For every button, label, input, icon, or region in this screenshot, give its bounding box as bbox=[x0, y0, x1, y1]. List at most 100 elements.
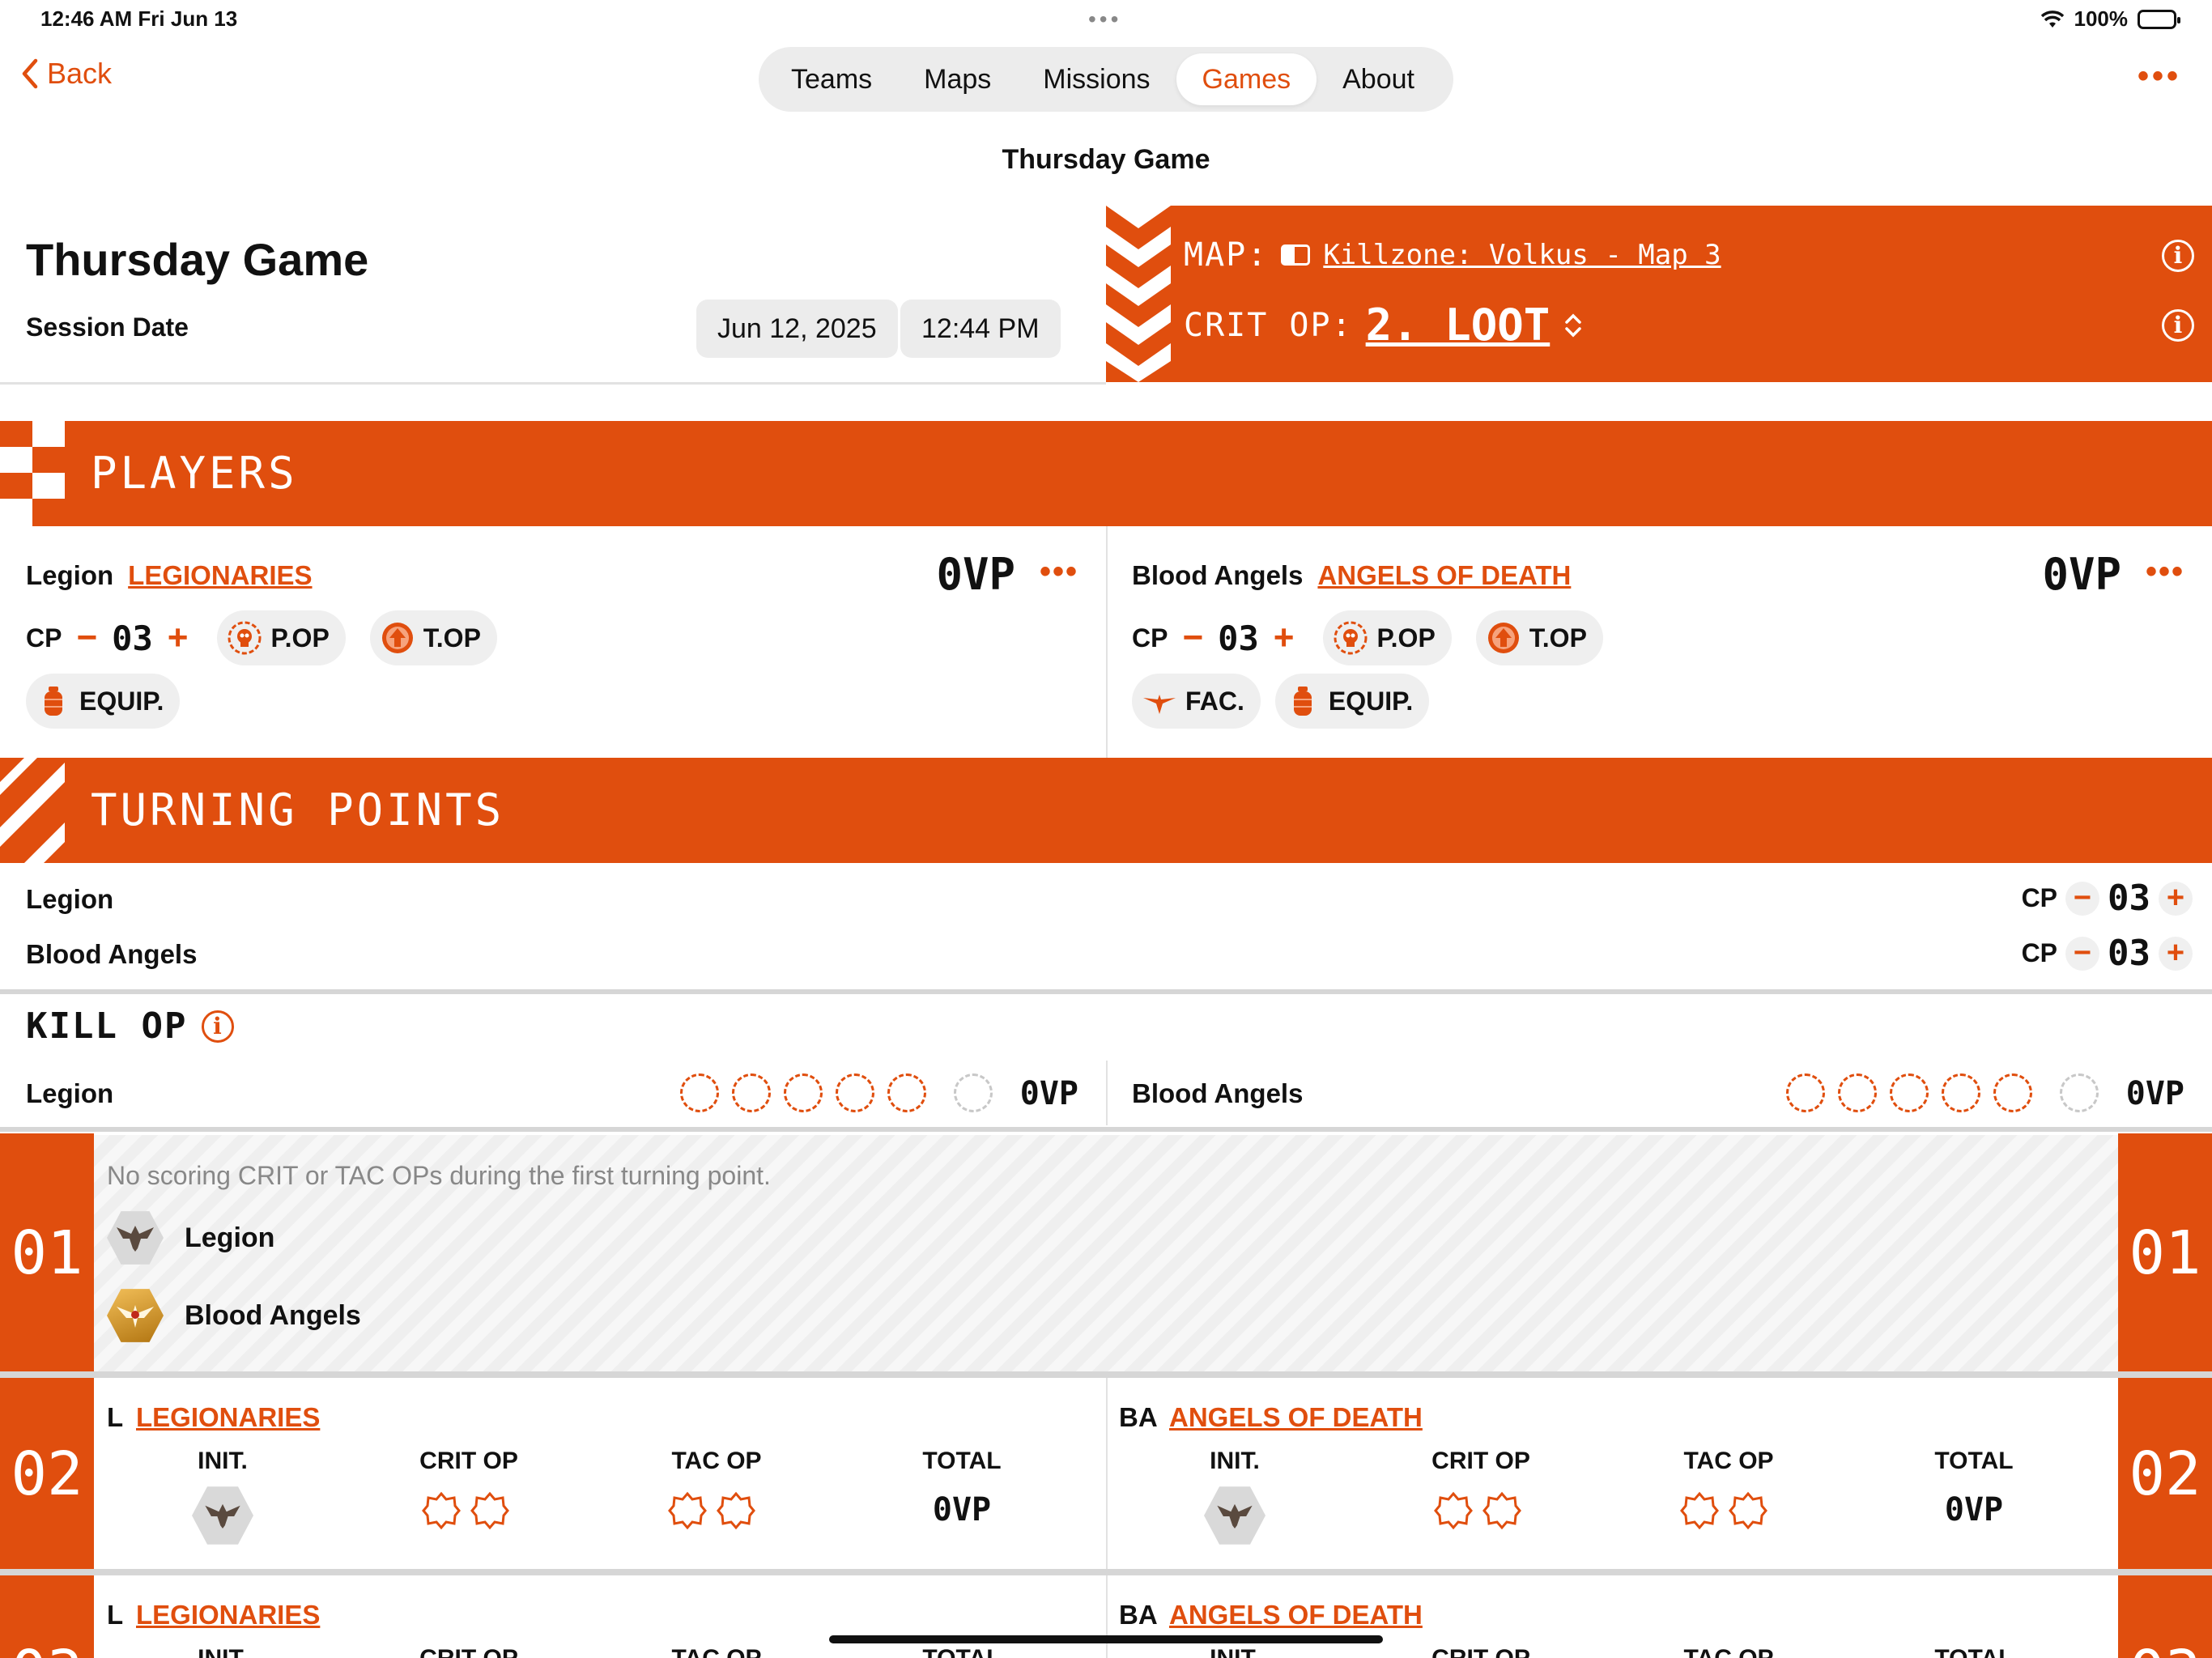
kill-op-slot[interactable] bbox=[836, 1073, 874, 1112]
tp-number-right: 03 bbox=[2118, 1575, 2212, 1658]
multitask-dots-icon[interactable]: ••• bbox=[1088, 6, 1121, 32]
diagonal-stripe-decoration bbox=[0, 758, 65, 863]
chip-label: FAC. bbox=[1185, 686, 1244, 716]
back-button[interactable]: Back bbox=[19, 57, 112, 91]
cp-plus-button[interactable]: + bbox=[1269, 620, 1300, 656]
crit-op-header: CRIT OP bbox=[1431, 1448, 1530, 1474]
chip-label: EQUIP. bbox=[1328, 686, 1414, 716]
legion-eagle-emblem-icon[interactable] bbox=[107, 1211, 164, 1265]
session-time-picker[interactable]: 12:44 PM bbox=[900, 300, 1061, 358]
tp3-legion-scoring: L LEGIONARIES INIT. CRIT OP TAC OP TOTAL bbox=[94, 1575, 1106, 1658]
cp-minus-button[interactable]: − bbox=[2065, 936, 2100, 971]
tac-op-header: TAC OP bbox=[1683, 1448, 1774, 1474]
battery-percent: 100% bbox=[2074, 6, 2129, 31]
cp-value: 03 bbox=[2108, 933, 2150, 974]
kill-op-slot[interactable] bbox=[1942, 1073, 1980, 1112]
kill-op-tracker bbox=[1786, 1073, 2099, 1112]
tp2-legion-scoring: L LEGIONARIES INIT. CRIT OP TAC OP TOTAL… bbox=[94, 1378, 1106, 1564]
cp-plus-button[interactable]: + bbox=[163, 620, 194, 656]
back-label: Back bbox=[47, 57, 113, 90]
cp-minus-button[interactable]: − bbox=[71, 620, 102, 656]
session-date-picker[interactable]: Jun 12, 2025 bbox=[696, 300, 898, 358]
tp-total-vp: 0VP bbox=[932, 1491, 992, 1528]
player-team-link[interactable]: LEGIONARIES bbox=[128, 560, 312, 591]
team-link[interactable]: LEGIONARIES bbox=[136, 1600, 320, 1630]
cp-label: CP bbox=[1132, 623, 1168, 653]
tp-number-left: 03 bbox=[0, 1575, 94, 1658]
tab-games[interactable]: Games bbox=[1176, 53, 1317, 105]
tab-missions[interactable]: Missions bbox=[1017, 53, 1176, 105]
kill-op-slot[interactable] bbox=[887, 1073, 926, 1112]
tp-cp-stepper: CP − 03 + bbox=[2022, 878, 2193, 919]
tab-about[interactable]: About bbox=[1317, 53, 1440, 105]
player-menu-icon[interactable]: ••• bbox=[2146, 554, 2184, 590]
faction-button[interactable]: FAC. bbox=[1132, 674, 1261, 729]
cp-plus-button[interactable]: + bbox=[2159, 881, 2193, 916]
blood-angels-emblem-icon[interactable] bbox=[107, 1289, 164, 1342]
tac-op-slot-icon[interactable] bbox=[668, 1491, 707, 1530]
player-team-link[interactable]: ANGELS OF DEATH bbox=[1317, 560, 1571, 591]
legion-initiative-toggle[interactable] bbox=[192, 1486, 253, 1545]
kill-op-slot[interactable] bbox=[784, 1073, 823, 1112]
tp1-note: No scoring CRIT or TAC OPs during the fi… bbox=[107, 1161, 771, 1190]
crit-op-value[interactable]: 2. LOOT bbox=[1366, 300, 1551, 351]
chip-label: T.OP bbox=[423, 623, 481, 653]
primary-op-button[interactable]: P.OP bbox=[1323, 610, 1452, 665]
crit-op-info-icon[interactable]: i bbox=[2162, 309, 2194, 342]
team-link[interactable]: LEGIONARIES bbox=[136, 1402, 320, 1433]
cp-minus-button[interactable]: − bbox=[2065, 881, 2100, 916]
equipment-button[interactable]: EQUIP. bbox=[1274, 674, 1430, 729]
tab-teams[interactable]: Teams bbox=[765, 53, 898, 105]
chip-label: T.OP bbox=[1529, 623, 1587, 653]
turning-points-banner: TURNING POINTS bbox=[0, 758, 2212, 863]
crit-op-slot-icon[interactable] bbox=[422, 1491, 461, 1530]
tac-op-header: TAC OP bbox=[636, 1645, 798, 1658]
kill-op-bonus-slot[interactable] bbox=[954, 1073, 993, 1112]
winged-blade-icon bbox=[1143, 695, 1176, 714]
chevron-updown-icon[interactable] bbox=[1563, 309, 1584, 342]
tac-op-button[interactable]: T.OP bbox=[1475, 610, 1603, 665]
init-header: INIT. bbox=[1210, 1448, 1260, 1474]
session-date-label: Session Date bbox=[26, 312, 189, 342]
tac-op-slot-icon[interactable] bbox=[1729, 1491, 1767, 1530]
team-link[interactable]: ANGELS OF DEATH bbox=[1169, 1600, 1423, 1630]
tab-maps[interactable]: Maps bbox=[898, 53, 1017, 105]
chevron-left-icon bbox=[22, 58, 38, 89]
tac-op-slot-icon[interactable] bbox=[717, 1491, 755, 1530]
crit-op-slot-icon[interactable] bbox=[1434, 1491, 1473, 1530]
player-menu-icon[interactable]: ••• bbox=[1040, 554, 1078, 590]
total-header: TOTAL bbox=[881, 1645, 1043, 1658]
team-link[interactable]: ANGELS OF DEATH bbox=[1169, 1402, 1423, 1433]
kill-op-slot[interactable] bbox=[732, 1073, 771, 1112]
kill-op-slot[interactable] bbox=[1838, 1073, 1877, 1112]
kill-op-info-icon[interactable]: i bbox=[202, 1010, 235, 1043]
map-info-icon[interactable]: i bbox=[2162, 240, 2194, 272]
tp-cp-stepper: CP − 03 + bbox=[2022, 933, 2193, 974]
player-name: Blood Angels bbox=[1132, 560, 1304, 590]
total-header: TOTAL bbox=[922, 1448, 1002, 1474]
home-indicator[interactable] bbox=[829, 1635, 1383, 1643]
blood-angels-initiative-toggle[interactable] bbox=[1204, 1486, 1266, 1545]
arrow-up-circle-icon bbox=[381, 623, 413, 653]
arrow-up-circle-icon bbox=[1487, 623, 1519, 653]
cp-minus-button[interactable]: − bbox=[1177, 620, 1208, 656]
section-divider bbox=[0, 989, 2212, 994]
crit-op-header: CRIT OP bbox=[419, 1448, 518, 1474]
kill-op-slot[interactable] bbox=[1993, 1073, 2032, 1112]
equipment-button[interactable]: EQUIP. bbox=[26, 674, 181, 729]
crit-op-slot-icon[interactable] bbox=[470, 1491, 509, 1530]
crit-op-slot-icon[interactable] bbox=[1482, 1491, 1521, 1530]
kill-op-title: KILL OP bbox=[26, 1005, 188, 1047]
kill-op-slot[interactable] bbox=[1890, 1073, 1929, 1112]
kill-op-bonus-slot[interactable] bbox=[2060, 1073, 2099, 1112]
tp1-player-name: Blood Angels bbox=[185, 1300, 361, 1331]
map-link[interactable]: Killzone: Volkus - Map 3 bbox=[1323, 239, 1721, 271]
tac-op-slot-icon[interactable] bbox=[1680, 1491, 1719, 1530]
tp-number-left: 01 bbox=[0, 1133, 94, 1373]
cp-plus-button[interactable]: + bbox=[2159, 936, 2193, 971]
tac-op-button[interactable]: T.OP bbox=[369, 610, 497, 665]
kill-op-slot[interactable] bbox=[680, 1073, 719, 1112]
primary-op-button[interactable]: P.OP bbox=[217, 610, 346, 665]
kill-op-slot[interactable] bbox=[1786, 1073, 1825, 1112]
more-options-icon[interactable]: ••• bbox=[2138, 58, 2181, 95]
